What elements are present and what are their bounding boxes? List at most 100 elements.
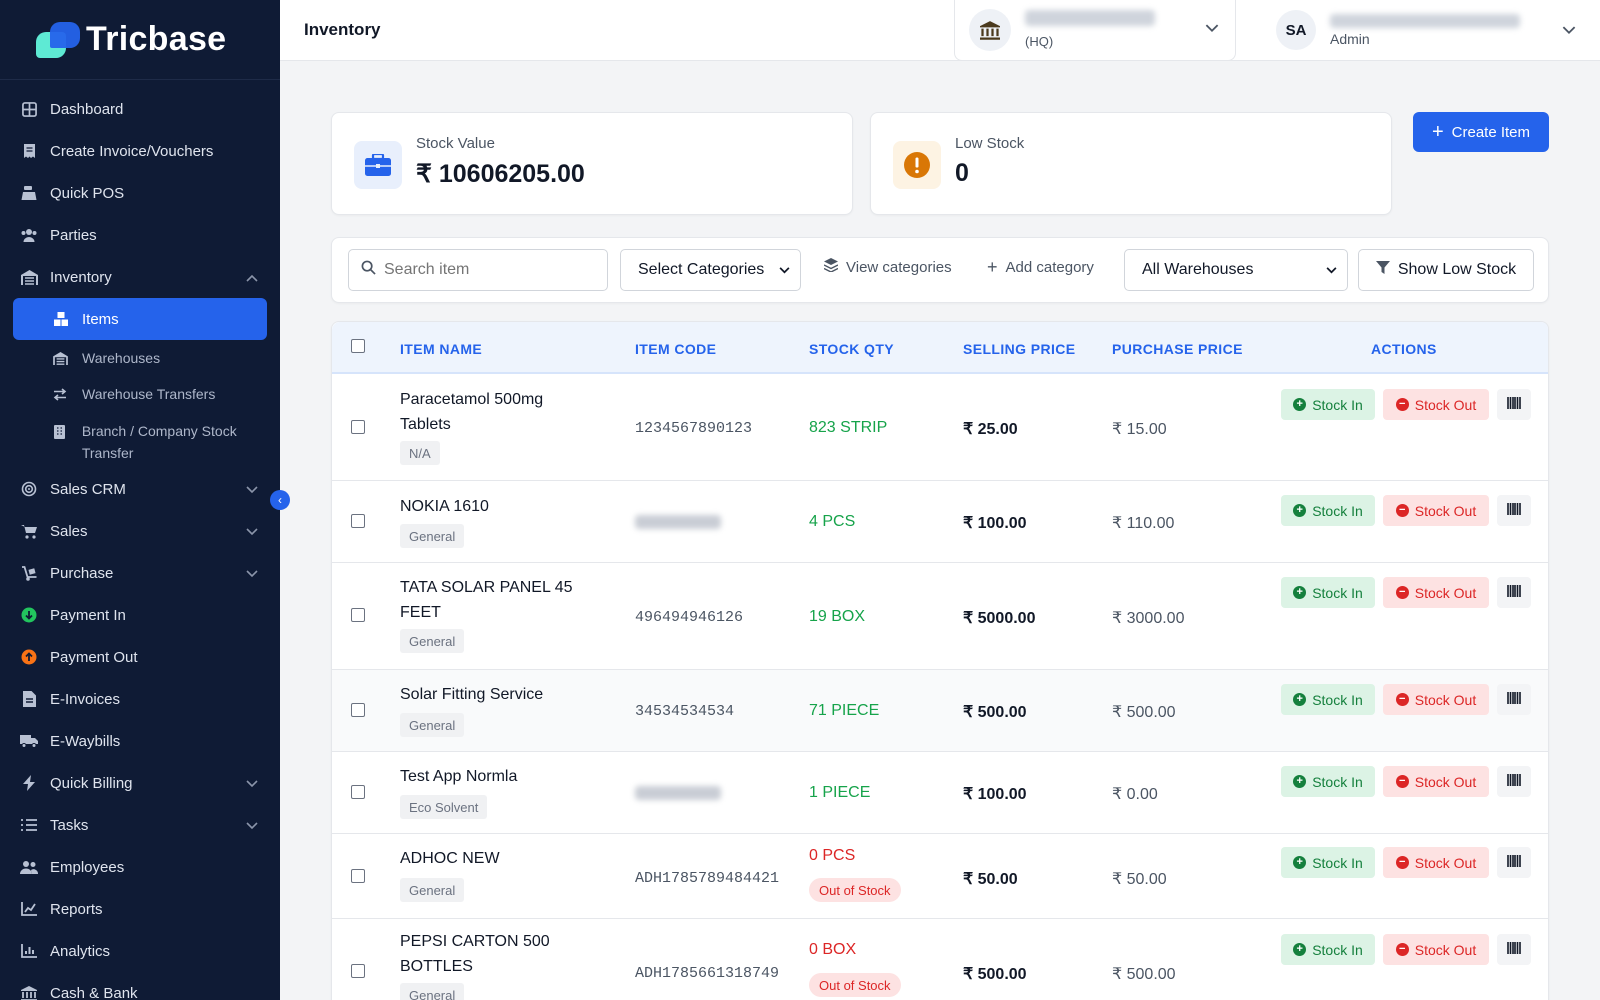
table-row: ADHOC NEW General ADH1785789484421 0 PCS… — [332, 834, 1548, 919]
sidebar-item-tasks[interactable]: Tasks — [0, 804, 280, 846]
search-box[interactable] — [348, 249, 608, 291]
create-item-button[interactable]: + Create Item — [1413, 112, 1549, 152]
minus-circle-icon: − — [1395, 586, 1409, 599]
barcode-button[interactable] — [1497, 934, 1531, 965]
stock-in-label: Stock In — [1312, 584, 1363, 601]
stock-out-button[interactable]: − Stock Out — [1383, 684, 1489, 715]
stock-out-button[interactable]: − Stock Out — [1383, 389, 1489, 420]
categories-select[interactable]: Select Categories — [620, 249, 801, 291]
stock-in-label: Stock In — [1312, 773, 1363, 790]
barcode-icon — [1507, 941, 1521, 959]
target-icon — [20, 480, 38, 498]
add-category-label: Add category — [1005, 258, 1094, 276]
sidebar-item-dashboard[interactable]: Dashboard — [0, 88, 280, 130]
sidebar-item-sales[interactable]: Sales — [0, 510, 280, 552]
sidebar-item-payment-out[interactable]: Payment Out — [0, 636, 280, 678]
item-name: PEPSI CARTON 500 BOTTLES — [400, 933, 550, 975]
table-row: Paracetamol 500mg Tablets N/A 1234567890… — [332, 375, 1548, 481]
item-code: ADH1785789484421 — [635, 870, 780, 887]
sidebar-item-items[interactable]: Items — [13, 298, 267, 340]
stock-in-button[interactable]: + Stock In — [1281, 766, 1375, 797]
sidebar-item-branch-stock-transfer[interactable]: Branch / Company Stock Transfer — [0, 412, 280, 468]
stock-out-button[interactable]: − Stock Out — [1383, 577, 1489, 608]
barcode-icon — [1507, 854, 1521, 872]
sidebar-collapse-button[interactable]: ‹ — [270, 490, 290, 510]
search-input[interactable] — [384, 261, 584, 279]
barcode-button[interactable] — [1497, 577, 1531, 608]
stock-in-label: Stock In — [1312, 854, 1363, 871]
branch-selector[interactable]: (HQ) — [954, 0, 1236, 61]
barcode-button[interactable] — [1497, 684, 1531, 715]
sidebar-item-label: Warehouses — [82, 350, 161, 366]
sidebar-item-label: Sales — [50, 522, 88, 540]
stock-out-label: Stock Out — [1414, 691, 1477, 708]
item-code: 496494946126 — [635, 609, 744, 626]
select-all-checkbox[interactable] — [351, 339, 365, 353]
barcode-button[interactable] — [1497, 495, 1531, 526]
sidebar-item-warehouse-transfers[interactable]: Warehouse Transfers — [0, 376, 280, 412]
sidebar-item-label: Analytics — [50, 942, 111, 960]
add-category-button[interactable]: + Add category — [987, 258, 1094, 276]
row-checkbox[interactable] — [351, 869, 365, 883]
plus-circle-icon: + — [1293, 943, 1307, 956]
chevron-up-icon — [246, 269, 258, 286]
stock-qty: 71 PIECE — [809, 702, 880, 719]
users-icon — [20, 858, 38, 876]
sidebar-item-e-invoices[interactable]: E-Invoices — [0, 678, 280, 720]
category-tag: General — [400, 713, 465, 737]
sidebar-item-employees[interactable]: Employees — [0, 846, 280, 888]
sidebar-item-parties[interactable]: Parties — [0, 214, 280, 256]
barcode-button[interactable] — [1497, 847, 1531, 878]
row-checkbox[interactable] — [351, 785, 365, 799]
barcode-icon — [1507, 502, 1521, 520]
stock-in-button[interactable]: + Stock In — [1281, 495, 1375, 526]
barcode-button[interactable] — [1497, 766, 1531, 797]
sidebar-item-inventory[interactable]: Inventory — [0, 256, 280, 298]
sidebar-item-cash-bank[interactable]: Cash & Bank — [0, 972, 280, 1000]
row-checkbox[interactable] — [351, 514, 365, 528]
show-low-stock-button[interactable]: Show Low Stock — [1358, 249, 1534, 291]
stock-out-button[interactable]: − Stock Out — [1383, 847, 1489, 878]
chart-line-icon — [20, 900, 38, 918]
stock-in-button[interactable]: + Stock In — [1281, 684, 1375, 715]
sidebar-item-payment-in[interactable]: Payment In — [0, 594, 280, 636]
stock-out-label: Stock Out — [1414, 396, 1477, 413]
brand-logo[interactable]: Tricbase — [0, 0, 280, 80]
sidebar-item-quick-pos[interactable]: Quick POS — [0, 172, 280, 214]
stock-out-button[interactable]: − Stock Out — [1383, 934, 1489, 965]
low-stock-count: 0 — [955, 159, 969, 187]
stock-qty: 19 BOX — [809, 608, 866, 625]
stock-out-button[interactable]: − Stock Out — [1383, 495, 1489, 526]
selling-price: ₹ 500.00 — [963, 966, 1027, 983]
sidebar-item-purchase[interactable]: Purchase — [0, 552, 280, 594]
sidebar-item-quick-billing[interactable]: Quick Billing — [0, 762, 280, 804]
dolly-icon — [20, 564, 38, 582]
sidebar-item-create-invoice[interactable]: Create Invoice/Vouchers — [0, 130, 280, 172]
out-of-stock-badge: Out of Stock — [809, 878, 901, 902]
warehouses-select[interactable]: All Warehouses — [1124, 249, 1348, 291]
payment-out-icon — [20, 648, 38, 666]
chevron-down-icon — [779, 263, 790, 277]
cart-icon — [20, 522, 38, 540]
row-checkbox[interactable] — [351, 608, 365, 622]
row-checkbox[interactable] — [351, 703, 365, 717]
user-menu[interactable]: SA Admin — [1276, 10, 1576, 54]
stock-out-button[interactable]: − Stock Out — [1383, 766, 1489, 797]
filter-bar: Select Categories View categories + Add … — [331, 237, 1549, 303]
stock-in-button[interactable]: + Stock In — [1281, 389, 1375, 420]
row-checkbox[interactable] — [351, 420, 365, 434]
sidebar-item-label: Items — [82, 310, 119, 328]
stock-in-label: Stock In — [1312, 691, 1363, 708]
row-checkbox[interactable] — [351, 964, 365, 978]
sidebar-item-sales-crm[interactable]: Sales CRM — [0, 468, 280, 510]
sidebar-item-warehouses[interactable]: Warehouses — [0, 340, 280, 376]
view-categories-button[interactable]: View categories — [823, 258, 952, 276]
stock-in-button[interactable]: + Stock In — [1281, 934, 1375, 965]
stock-in-button[interactable]: + Stock In — [1281, 577, 1375, 608]
barcode-button[interactable] — [1497, 389, 1531, 420]
column-header-selling-price: SELLING PRICE — [963, 341, 1076, 357]
stock-in-button[interactable]: + Stock In — [1281, 847, 1375, 878]
sidebar-item-e-waybills[interactable]: E-Waybills — [0, 720, 280, 762]
sidebar-item-reports[interactable]: Reports — [0, 888, 280, 930]
sidebar-item-analytics[interactable]: Analytics — [0, 930, 280, 972]
